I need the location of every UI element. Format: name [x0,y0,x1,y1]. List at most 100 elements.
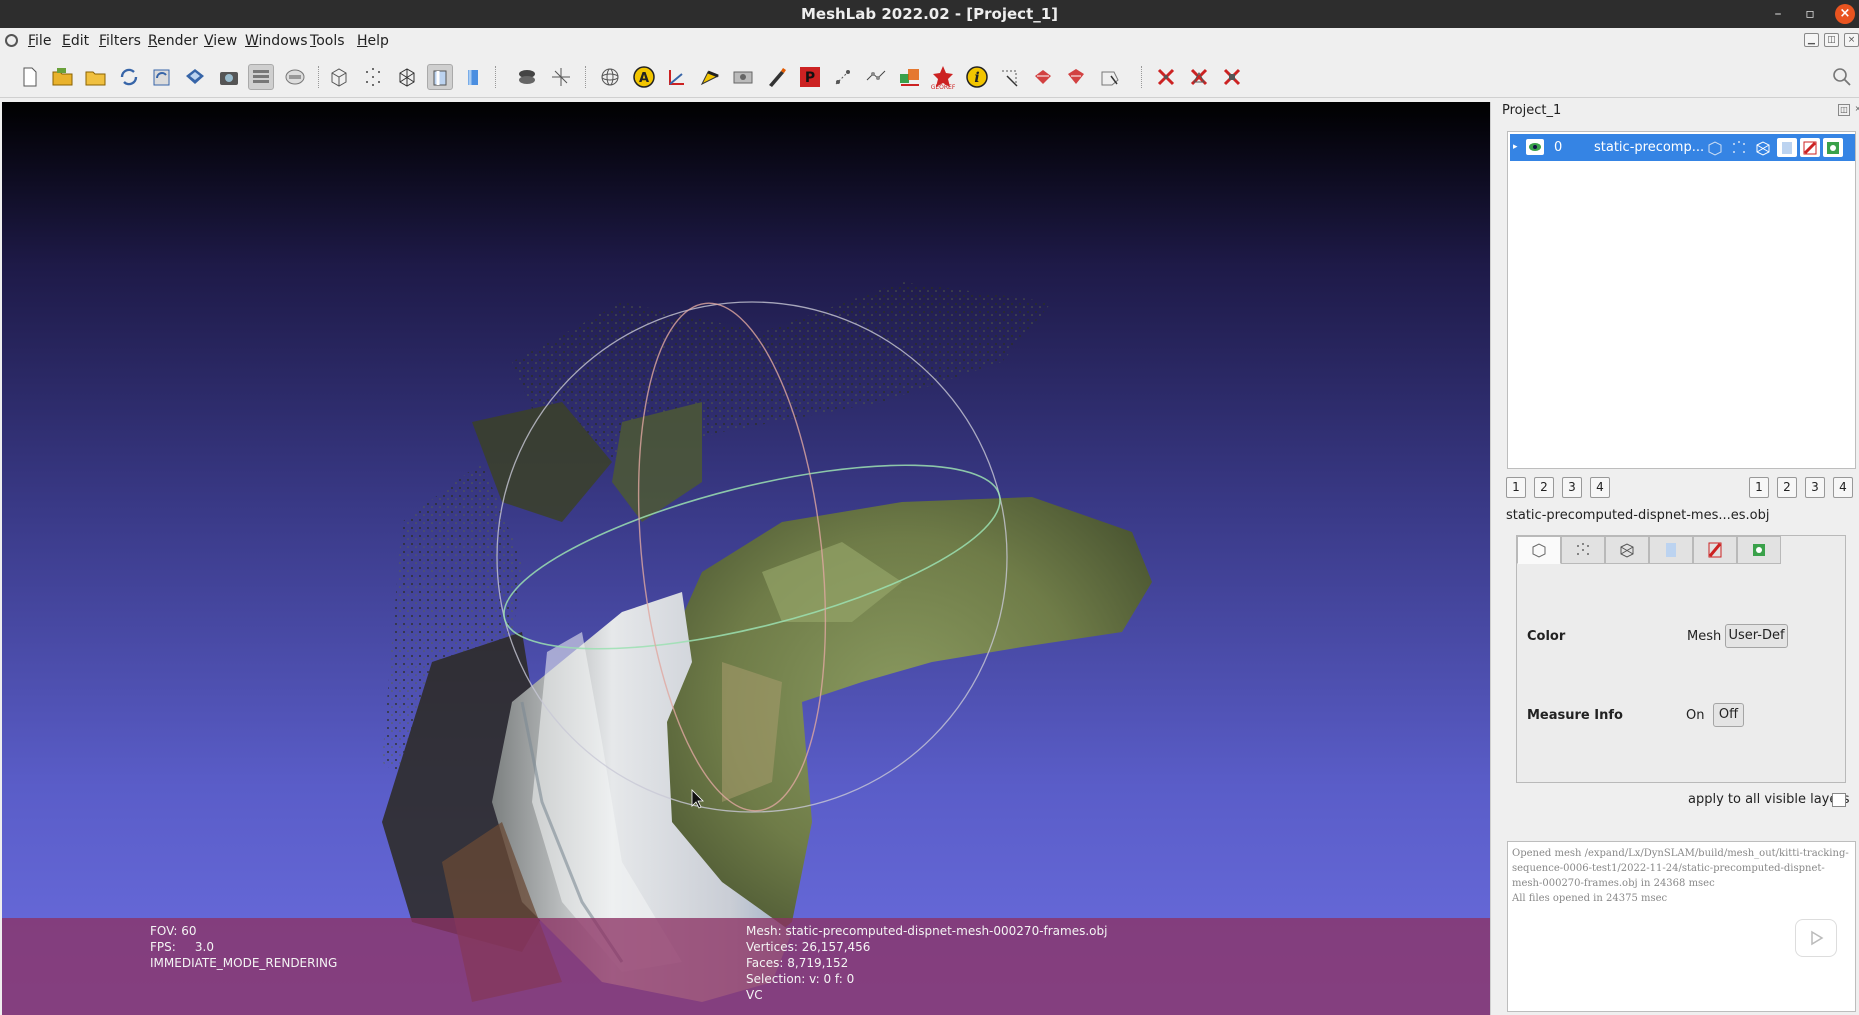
layer-points-icon[interactable] [1729,138,1749,157]
mdi-restore-icon[interactable]: ◫ [1824,33,1839,47]
select-faces-icon[interactable] [697,64,723,90]
color-label: Color [1527,629,1566,644]
select-conn-icon[interactable] [997,64,1023,90]
wireframe-icon[interactable] [394,64,420,90]
menu-view[interactable]: View [204,33,237,49]
align-icon[interactable] [830,64,856,90]
import-mesh-icon[interactable] [83,64,109,90]
measure-info-label: Measure Info [1527,708,1623,723]
view-button-right-1[interactable]: 1 [1749,477,1769,498]
reload-all-icon[interactable] [149,64,175,90]
mdi-close-icon[interactable]: × [1844,33,1859,47]
measure-icon[interactable] [664,64,690,90]
layers-icon[interactable] [248,64,274,90]
view-button-1[interactable]: 1 [1506,477,1526,498]
expand-arrow-icon[interactable]: ▸ [1513,142,1518,152]
layer-list[interactable]: ▸ 0 static-precomp... [1507,131,1856,469]
layer-name: static-precomp... [1594,140,1705,155]
paint-icon[interactable] [764,64,790,90]
georef-icon[interactable]: GEOREF [930,64,956,90]
dock-float-icon[interactable]: ◫ [1838,104,1850,116]
new-project-icon[interactable] [17,64,43,90]
tab-bbox[interactable] [1517,536,1561,564]
bbox-icon[interactable] [326,64,352,90]
hud-selection: Selection: v: 0 f: 0 [746,972,855,986]
menu-bar: File Edit Filters Render View Windows To… [0,28,1859,54]
menu-file[interactable]: File [28,33,51,49]
tab-wireframe[interactable] [1605,536,1649,564]
maximize-button[interactable]: ▫ [1799,4,1821,24]
apply-all-checkbox[interactable] [1832,793,1846,807]
layer-bbox-icon[interactable] [1705,138,1725,157]
view-button-right-2[interactable]: 2 [1777,477,1797,498]
layer-flat-lines-icon[interactable] [1777,138,1797,157]
play-icon[interactable] [1795,919,1837,957]
pick-points-icon[interactable]: P [797,64,823,90]
export-mesh-icon[interactable] [182,64,208,90]
svg-text:A: A [639,71,649,86]
measure-on-option[interactable]: On [1686,708,1704,723]
view-button-3[interactable]: 3 [1562,477,1582,498]
mdi-minimize-icon[interactable]: ▁ [1804,33,1819,47]
layer-texture-icon[interactable] [1800,138,1820,157]
main-toolbar: A P GEOREF i [0,56,1859,98]
svg-text:P: P [805,70,815,86]
raster-icon[interactable] [282,64,308,90]
tab-flat[interactable] [1649,536,1693,564]
select-vertexes-icon[interactable] [730,64,756,90]
hud-fov: FOV: 60 [150,924,197,938]
menu-help[interactable]: Help [357,33,389,49]
menu-render[interactable]: Render [148,33,198,49]
menu-windows[interactable]: Windows [245,33,308,49]
svg-text:GEOREF: GEOREF [931,84,956,90]
view-button-right-4[interactable]: 4 [1833,477,1853,498]
tab-texture[interactable] [1693,536,1737,564]
minimize-button[interactable]: – [1767,4,1789,24]
reload-icon[interactable] [116,64,142,90]
trackball-icon[interactable] [597,64,623,90]
apply-all-label: apply to all visible layers [1688,792,1850,807]
view-button-right-3[interactable]: 3 [1805,477,1825,498]
info-icon[interactable]: i [964,64,990,90]
annotation-icon[interactable]: A [631,64,657,90]
color-mesh-option[interactable]: Mesh [1687,629,1721,644]
delete-faces-icon[interactable] [1063,64,1089,90]
layer-color-icon[interactable] [1823,138,1843,157]
manipulate-icon[interactable] [863,64,889,90]
color-user-def-button[interactable]: User-Def [1725,624,1788,648]
light-icon[interactable] [514,64,540,90]
flat-icon[interactable] [460,64,486,90]
hud-fps: FPS: 3.0 [150,940,214,954]
points-icon[interactable] [360,64,386,90]
dock-close-icon[interactable]: × [1852,104,1859,116]
select-area-icon[interactable] [1097,64,1123,90]
delete-selected-faces-icon[interactable] [1153,64,1179,90]
view-button-2[interactable]: 2 [1534,477,1554,498]
tab-color[interactable] [1737,536,1781,564]
hud-vertices: Vertices: 26,157,456 [746,940,871,954]
layer-row[interactable]: ▸ 0 static-precomp... [1510,134,1855,161]
menu-filters[interactable]: Filters [99,33,141,49]
view-button-4[interactable]: 4 [1590,477,1610,498]
app-menu-icon[interactable] [5,34,18,47]
mutual-corrs-icon[interactable] [1030,64,1056,90]
visibility-eye-icon[interactable] [1526,139,1544,155]
render-info-overlay: FOV: 60 FPS: 3.0 IMMEDIATE_MODE_RENDERIN… [2,918,1490,1015]
menu-tools[interactable]: Tools [310,33,345,49]
close-button[interactable]: × [1835,4,1855,24]
delete-selected-all-icon[interactable] [1219,64,1245,90]
snapshot-icon[interactable] [216,64,242,90]
raster-align-icon[interactable] [897,64,923,90]
delete-selected-vertices-icon[interactable] [1186,64,1212,90]
hud-faces: Faces: 8,719,152 [746,956,849,970]
axis-icon[interactable] [548,64,574,90]
tab-points[interactable] [1561,536,1605,564]
log-window[interactable]: Opened mesh /expand/Lx/DynSLAM/build/mes… [1507,841,1856,1012]
flat-lines-icon[interactable] [427,64,453,90]
open-project-icon[interactable] [50,64,76,90]
menu-edit[interactable]: Edit [62,33,89,49]
3d-viewport[interactable]: FOV: 60 FPS: 3.0 IMMEDIATE_MODE_RENDERIN… [2,102,1490,1015]
measure-off-button[interactable]: Off [1713,703,1744,727]
layer-wire-icon[interactable] [1753,138,1773,157]
search-icon[interactable] [1829,64,1855,90]
